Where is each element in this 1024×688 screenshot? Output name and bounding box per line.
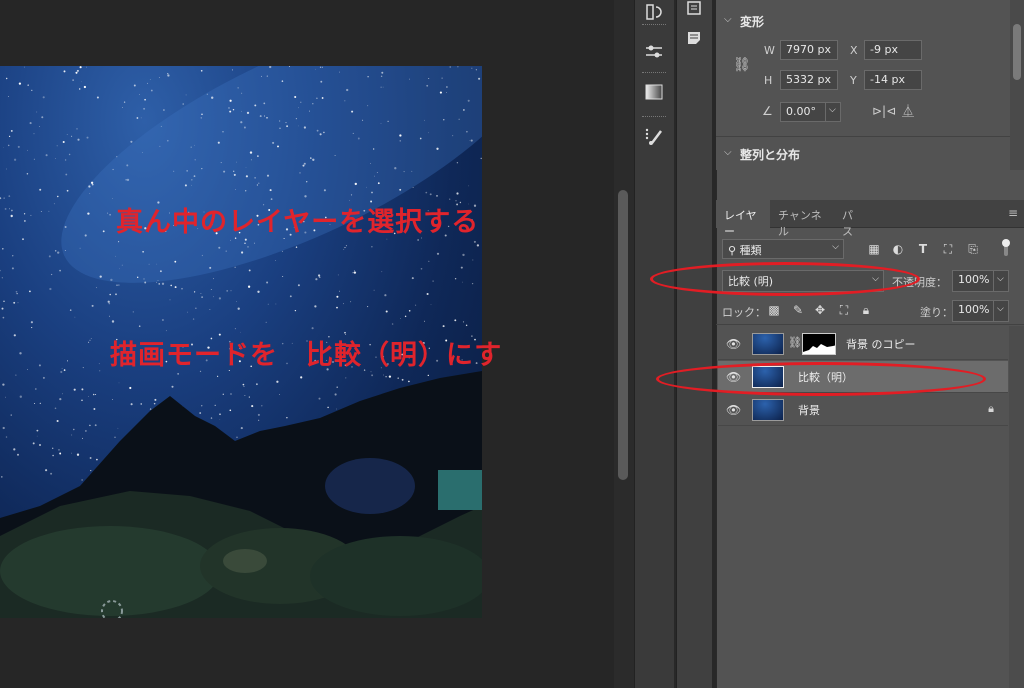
height-label: H xyxy=(764,74,773,87)
tab-channels[interactable]: チャンネル xyxy=(770,200,834,238)
notes-icon[interactable] xyxy=(682,26,706,50)
instruction-select-layer: 真ん中のレイヤーを選択する xyxy=(116,207,480,238)
mask-link-icon[interactable]: ⛓ xyxy=(788,336,802,349)
layer-row-background-copy[interactable]: 👁︎ ⛓ 背景 のコピー xyxy=(718,328,1008,360)
visibility-eye-icon[interactable]: 👁︎ xyxy=(726,337,741,351)
opacity-field[interactable]: 100% xyxy=(952,270,994,292)
fill-field[interactable]: 100% xyxy=(952,300,994,322)
lock-transparent-icon[interactable]: ▩ xyxy=(766,302,782,318)
document-canvas[interactable]: 真ん中のレイヤーを選択する 描画モードを 比較（明）にす xyxy=(0,0,614,688)
lock-position-move-icon[interactable]: ✥ xyxy=(812,302,828,318)
layer-name[interactable]: 背景 のコピー xyxy=(846,336,916,352)
strip-grip xyxy=(642,116,666,119)
layer-thumbnail xyxy=(752,333,784,355)
filter-kind-label: 種類 xyxy=(739,244,762,257)
filter-pixel-icon[interactable]: ▦ xyxy=(866,241,882,257)
filter-adjustment-icon[interactable]: ◐ xyxy=(890,241,906,257)
visibility-eye-icon[interactable]: 👁︎ xyxy=(726,403,741,417)
panel-icon-strip-2 xyxy=(676,0,712,688)
tab-layers[interactable]: レイヤー xyxy=(716,200,770,238)
gradient-icon[interactable] xyxy=(642,80,666,104)
filter-type-icon[interactable]: T xyxy=(915,241,931,257)
x-label: X xyxy=(850,44,858,57)
search-icon: ⚲ xyxy=(728,244,737,257)
properties-icon[interactable] xyxy=(682,0,706,20)
collapse-chevron-icon[interactable]: ⌵ xyxy=(724,147,732,158)
divider xyxy=(716,324,1024,325)
layer-filter-select[interactable]: ⚲ 種類 ⌵ xyxy=(722,239,844,259)
instruction-blend-mode: 描画モードを 比較（明）にす xyxy=(110,340,503,371)
height-field[interactable]: 5332 px xyxy=(780,70,838,90)
align-section-title[interactable]: 整列と分布 xyxy=(740,146,800,163)
collapse-chevron-icon[interactable]: ⌵ xyxy=(724,14,732,25)
brush-presets-icon[interactable] xyxy=(642,124,666,148)
lock-label: ロック： xyxy=(722,306,766,319)
x-field[interactable]: -9 px xyxy=(864,40,922,60)
strip-grip xyxy=(642,72,666,75)
highlight-oval-selected-layer xyxy=(656,362,986,396)
layer-name[interactable]: 背景 xyxy=(798,402,820,418)
chevron-down-icon: ⌵ xyxy=(832,242,839,252)
width-field[interactable]: 7970 px xyxy=(780,40,838,60)
opacity-dropdown-chevron-icon[interactable]: ⌵ xyxy=(993,270,1009,292)
adjustments-icon[interactable] xyxy=(642,40,666,64)
filter-smart-object-icon[interactable]: ⎘ xyxy=(965,241,981,257)
history-icon[interactable] xyxy=(642,0,666,24)
tab-paths[interactable]: パス xyxy=(834,200,870,238)
transform-section-title[interactable]: 変形 xyxy=(740,13,764,30)
strip-grip xyxy=(642,24,666,27)
filter-shape-icon[interactable]: ⛶ xyxy=(940,241,956,257)
layer-row-background[interactable]: 👁︎ 背景 🔒︎ xyxy=(718,394,1008,426)
fill-dropdown-chevron-icon[interactable]: ⌵ xyxy=(993,300,1009,322)
canvas-scrollbar-thumb[interactable] xyxy=(618,190,628,480)
layers-tab-bar: レイヤー チャンネル パス ≡ xyxy=(716,200,1024,238)
layer-lock-icon: 🔒︎ xyxy=(988,402,994,415)
properties-scrollbar[interactable] xyxy=(1010,0,1024,170)
divider xyxy=(716,136,1010,137)
panel-menu-icon[interactable]: ≡ xyxy=(1004,200,1024,228)
layer-thumbnail xyxy=(752,399,784,421)
lock-image-brush-icon[interactable]: ✎ xyxy=(790,302,806,318)
flip-horizontal-icon[interactable]: ⊳|⊲ xyxy=(872,104,896,118)
layers-scrollbar-track[interactable] xyxy=(1009,326,1024,688)
filter-toggle-switch[interactable] xyxy=(998,238,1014,256)
width-label: W xyxy=(764,44,775,57)
flip-vertical-icon[interactable]: ⏅ xyxy=(902,102,914,119)
fill-label: 塗り： xyxy=(920,306,953,319)
y-field[interactable]: -14 px xyxy=(864,70,922,90)
lock-artboard-icon[interactable]: ⛶ xyxy=(836,302,852,318)
angle-dropdown-chevron-icon[interactable]: ⌵ xyxy=(825,102,841,122)
lock-all-icon[interactable]: 🔒︎ xyxy=(858,302,874,318)
y-label: Y xyxy=(850,74,857,87)
highlight-oval-blend-mode xyxy=(650,262,920,296)
link-icon[interactable]: ⛓ xyxy=(733,57,751,73)
angle-icon: ∠ xyxy=(762,104,773,118)
angle-field[interactable]: 0.00° xyxy=(780,102,826,122)
layer-mask-thumbnail[interactable] xyxy=(802,333,836,355)
